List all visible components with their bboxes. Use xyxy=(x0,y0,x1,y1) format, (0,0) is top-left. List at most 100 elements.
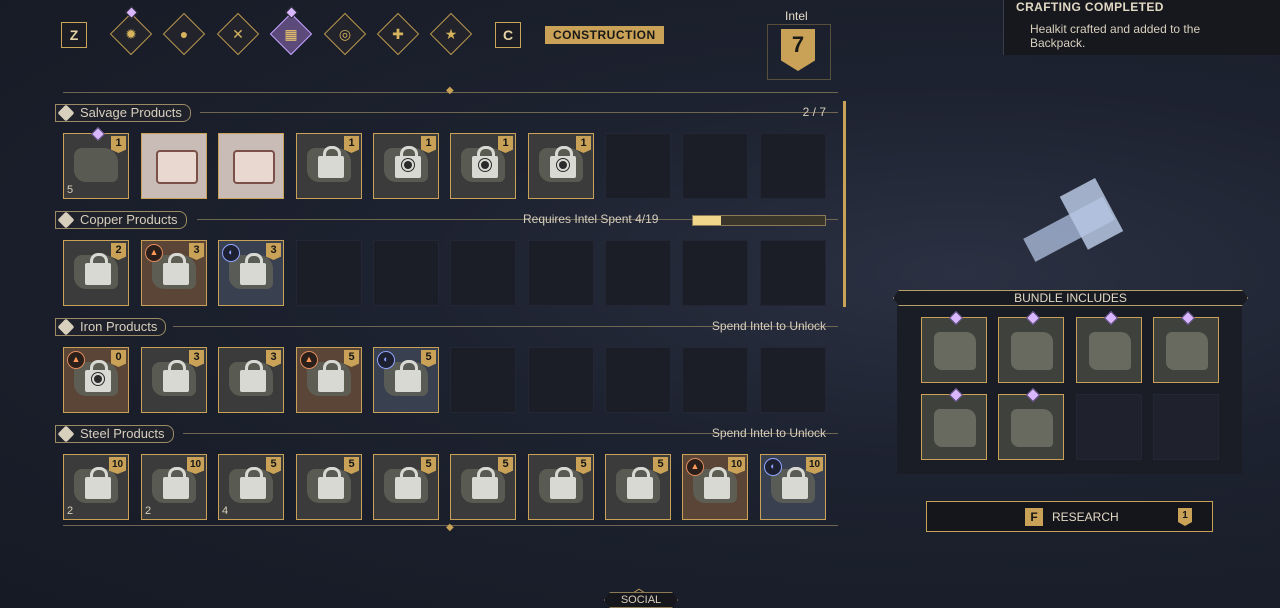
section-tab[interactable]: Copper Products xyxy=(55,211,187,229)
category-crossed-tools[interactable]: ✕ xyxy=(216,12,260,56)
empty-slot xyxy=(528,347,594,413)
empty-slot xyxy=(760,240,826,306)
active-category-label: CONSTRUCTION xyxy=(545,26,664,44)
scroll-up-caret[interactable]: ◆ xyxy=(446,85,454,96)
item-preview xyxy=(991,161,1148,301)
recipe-slot[interactable]: 5 ◐ xyxy=(373,347,439,413)
scroll-down-caret[interactable]: ◆ xyxy=(446,522,454,533)
recipe-slot[interactable] xyxy=(141,133,207,199)
intel-cost-badge: 5 xyxy=(266,457,281,474)
research-cost: 1 xyxy=(1178,508,1192,526)
social-tab[interactable]: SOCIAL xyxy=(604,592,678,608)
empty-slot xyxy=(605,240,671,306)
research-label: RESEARCH xyxy=(1052,510,1119,524)
category-droplet[interactable]: ● xyxy=(162,12,206,56)
droplet-icon: ● xyxy=(179,26,189,42)
lock-icon xyxy=(395,467,421,499)
intel-cost-badge: 5 xyxy=(344,457,359,474)
recipe-slot[interactable]: 3 ◐ xyxy=(218,240,284,306)
section-divider xyxy=(200,112,838,113)
copper-tier-icon: ▲ xyxy=(686,458,704,476)
recipe-slot[interactable]: 54 xyxy=(218,454,284,520)
lock-icon xyxy=(318,467,344,499)
bundle-item[interactable] xyxy=(998,387,1064,460)
recipe-slot[interactable]: 5 xyxy=(605,454,671,520)
category-medkit[interactable]: ✚ xyxy=(376,12,420,56)
bundle-item[interactable] xyxy=(1076,310,1142,383)
recipe-slot[interactable]: 5 xyxy=(373,454,439,520)
lock-icon xyxy=(318,146,344,178)
item-silhouette xyxy=(934,409,976,447)
recipe-slot[interactable]: 3 ▲ xyxy=(141,240,207,306)
gear-icon xyxy=(404,161,412,169)
recipe-slot[interactable]: 1 xyxy=(296,133,362,199)
section-status: Spend Intel to Unlock xyxy=(711,426,826,440)
intel-cost-badge: 10 xyxy=(187,457,204,474)
intel-cost-badge: 1 xyxy=(344,136,359,153)
recipe-slot[interactable]: 15 xyxy=(63,126,129,199)
research-key: F xyxy=(1025,508,1043,526)
item-icon xyxy=(233,150,275,184)
research-button[interactable]: F RESEARCH 1 xyxy=(926,501,1213,532)
recipe-slot[interactable]: 1 xyxy=(450,133,516,199)
empty-slot xyxy=(373,240,439,306)
bundle-item[interactable] xyxy=(921,387,987,460)
intel-cost-badge: 5 xyxy=(421,350,436,367)
intel-cost-badge: 5 xyxy=(344,350,359,367)
recipe-slot[interactable]: 1 xyxy=(373,133,439,199)
lock-icon xyxy=(57,318,75,336)
item-silhouette xyxy=(1166,332,1208,370)
recipe-slot[interactable]: 10 2 xyxy=(141,454,207,520)
empty-slot xyxy=(450,347,516,413)
bundle-item[interactable] xyxy=(921,310,987,383)
recipe-slot[interactable]: 10 ▲ xyxy=(682,454,748,520)
item-silhouette xyxy=(1089,332,1131,370)
recipe-slot[interactable]: 10 ◐ xyxy=(760,454,826,520)
section-tab[interactable]: Salvage Products xyxy=(55,104,191,122)
recipe-slot[interactable]: 5 xyxy=(450,454,516,520)
item-quantity: 2 xyxy=(145,505,152,517)
bundle-item[interactable] xyxy=(1153,310,1219,383)
intel-cost-badge: 0 xyxy=(111,350,126,367)
hammer-icon xyxy=(57,104,75,122)
category-swirl[interactable]: ◎ xyxy=(323,12,367,56)
lock-icon xyxy=(163,253,189,285)
item-icon xyxy=(156,150,198,184)
item-silhouette xyxy=(1011,332,1053,370)
copper-tier-icon: ▲ xyxy=(145,244,163,262)
recipe-slot[interactable]: 3 xyxy=(218,347,284,413)
section-title: Iron Products xyxy=(80,319,158,334)
next-category-key[interactable]: C xyxy=(495,22,521,48)
item-silhouette xyxy=(74,148,118,182)
intel-cost-badge: 3 xyxy=(266,243,281,260)
bundle-item[interactable] xyxy=(998,310,1064,383)
new-indicator-icon xyxy=(90,126,106,142)
lock-icon xyxy=(782,467,808,499)
section-tab[interactable]: Iron Products xyxy=(55,318,167,336)
intel-cost-badge: 5 xyxy=(498,457,513,474)
bundle-empty-slot xyxy=(1076,394,1142,460)
lock-icon xyxy=(57,425,75,443)
empty-slot xyxy=(605,133,671,199)
prev-category-key[interactable]: Z xyxy=(61,22,87,48)
recipe-slot[interactable]: 5 xyxy=(528,454,594,520)
item-quantity: 4 xyxy=(222,505,229,517)
empty-slot xyxy=(682,133,748,199)
blue-tier-icon: ◐ xyxy=(222,244,240,262)
category-star-burst[interactable]: ★ xyxy=(429,12,473,56)
recipe-slot[interactable]: 1 xyxy=(528,133,594,199)
recipe-slot[interactable]: 0 ▲ xyxy=(63,347,129,413)
intel-label: Intel xyxy=(785,9,808,23)
bundle-includes-header: BUNDLE INCLUDES xyxy=(893,290,1248,306)
section-tab[interactable]: Steel Products xyxy=(55,425,174,443)
recipe-scrollbar[interactable] xyxy=(843,101,846,307)
recipe-slot[interactable] xyxy=(218,133,284,199)
recipe-slot[interactable]: 5 xyxy=(296,454,362,520)
recipe-slot[interactable]: 5 ▲ xyxy=(296,347,362,413)
bundle-empty-slot xyxy=(1153,394,1219,460)
recipe-slot[interactable]: 3 xyxy=(141,347,207,413)
recipe-slot[interactable]: 2 xyxy=(63,240,129,306)
recipe-slot[interactable]: 10 2 xyxy=(63,454,129,520)
item-quantity: 2 xyxy=(67,505,74,517)
intel-cost-badge: 3 xyxy=(189,243,204,260)
